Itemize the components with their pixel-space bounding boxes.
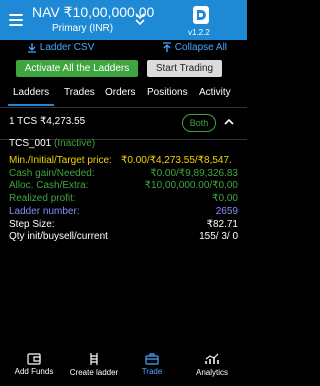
briefcase-icon <box>145 353 159 365</box>
qty-value: 155/ 3/ 0 <box>199 231 238 242</box>
nav-subtitle[interactable]: Primary (INR) <box>52 23 113 34</box>
realized-profit-row: Realized profit: ₹0.00 <box>9 193 238 205</box>
cash-gain-value: ₹0.00/₹9,89,326.83 <box>150 168 238 179</box>
mode-badge[interactable]: Both <box>182 114 216 132</box>
target-price-value: ₹0.00/₹4,273.55/₹8,547. <box>121 155 232 166</box>
target-price-row: Min./Initial/Target price: ₹0.00/₹4,273.… <box>9 155 238 167</box>
qty-row: Qty init/buysell/current 155/ 3/ 0 <box>9 231 238 243</box>
menu-icon[interactable] <box>9 14 23 29</box>
cash-gain-row: Cash gain/Needed: ₹0.00/₹9,89,326.83 <box>9 168 238 180</box>
cash-gain-label: Cash gain/Needed: <box>9 168 95 179</box>
step-size-value: ₹82.71 <box>206 219 238 230</box>
nav-add-funds-label: Add Funds <box>14 367 54 376</box>
activate-all-ladders-button[interactable]: Activate All the Ladders <box>16 60 138 77</box>
instrument-status: (Inactive) <box>54 138 96 149</box>
instrument-name: TCS_001 <box>9 138 52 149</box>
download-icon <box>28 43 36 53</box>
app-version: v1.2.2 <box>188 28 210 37</box>
tab-ladders[interactable]: Ladders <box>13 87 49 98</box>
alloc-cash-label: Alloc. Cash/Extra: <box>9 180 89 191</box>
nav-add-funds[interactable]: Add Funds <box>12 352 56 376</box>
tab-bar: Ladders Trades Orders Positions Activity <box>0 82 247 107</box>
tab-orders[interactable]: Orders <box>105 87 136 98</box>
instrument-line: TCS_001 (Inactive) <box>9 138 95 149</box>
ladder-number-row: Ladder number: 2659 <box>9 206 238 218</box>
alloc-cash-value: ₹10,00,000.00/₹0.00 <box>144 180 238 191</box>
nav-trade[interactable]: Trade <box>137 352 167 376</box>
ladder-number-label: Ladder number: <box>9 206 80 217</box>
tab-positions[interactable]: Positions <box>147 87 188 98</box>
ladder-title[interactable]: 1 TCS ₹4,273.55 <box>9 116 85 127</box>
analytics-icon <box>205 353 219 364</box>
ladder-icon <box>90 353 98 365</box>
active-tab-indicator <box>8 104 54 106</box>
nav-trade-label: Trade <box>141 367 163 376</box>
qty-label: Qty init/buysell/current <box>9 231 108 242</box>
collapse-all-label: Collapse All <box>174 42 228 54</box>
realized-profit-label: Realized profit: <box>9 193 76 204</box>
tab-divider <box>0 107 247 108</box>
collapse-icon <box>163 42 171 52</box>
collapse-all-link[interactable]: Collapse All <box>162 42 227 56</box>
ladder-csv-label: Ladder CSV <box>39 42 95 54</box>
chevron-up-icon[interactable] <box>224 118 234 125</box>
nav-create-ladder-label: Create ladder <box>69 368 119 377</box>
realized-profit-value: ₹0.00 <box>212 193 238 204</box>
chevron-down-icon[interactable] <box>134 12 146 26</box>
step-size-row: Step Size: ₹82.71 <box>9 219 238 231</box>
ladder-csv-link[interactable]: Ladder CSV <box>27 42 94 56</box>
step-size-label: Step Size: <box>9 219 55 230</box>
ladder-number-value: 2659 <box>215 206 238 217</box>
bottom-navigation: Add Funds Create ladder Trade Analytics <box>0 352 247 386</box>
start-trading-button[interactable]: Start Trading <box>147 60 222 77</box>
app-header: NAV ₹10,00,000.00 Primary (INR) v1.2.2 <box>0 0 247 40</box>
target-price-label: Min./Initial/Target price: <box>9 155 112 166</box>
nav-create-ladder[interactable]: Create ladder <box>63 352 125 377</box>
tab-activity[interactable]: Activity <box>199 87 231 98</box>
nav-analytics-label: Analytics <box>195 368 228 377</box>
wallet-icon <box>27 353 41 365</box>
tab-trades[interactable]: Trades <box>64 87 95 98</box>
alloc-cash-row: Alloc. Cash/Extra: ₹10,00,000.00/₹0.00 <box>9 180 238 192</box>
nav-analytics[interactable]: Analytics <box>192 352 232 377</box>
app-logo-icon <box>193 6 209 24</box>
